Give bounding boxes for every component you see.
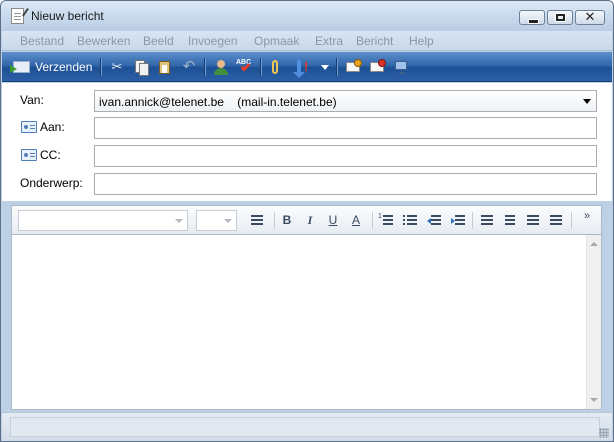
priority-button[interactable]: !: [293, 58, 312, 78]
status-bar: [2, 412, 612, 441]
to-label[interactable]: Aan:: [40, 120, 65, 134]
maximize-button[interactable]: [547, 10, 573, 25]
cc-input[interactable]: [95, 146, 596, 166]
to-input[interactable]: [95, 118, 596, 138]
attach-icon: [272, 60, 278, 74]
cc-label[interactable]: CC:: [40, 148, 61, 162]
check-names-icon: [217, 60, 225, 68]
scroll-down-icon[interactable]: [590, 398, 598, 402]
toolbar-separator: [336, 58, 337, 76]
message-body[interactable]: [11, 234, 602, 410]
menu-bar: Bestand Bewerken Beeld Invoegen Opmaak E…: [2, 31, 612, 51]
numbered-list-icon: [383, 215, 393, 226]
underline-button[interactable]: U: [324, 212, 342, 229]
undo-icon: ↶: [182, 58, 196, 75]
align-left-icon: [481, 215, 493, 226]
toolbar-overflow-button[interactable]: »: [578, 208, 596, 225]
from-account-select[interactable]: ivan.annick@telenet.be (mail-in.telenet.…: [94, 90, 597, 112]
sign-button[interactable]: [344, 58, 362, 76]
maximize-icon: [555, 13, 566, 22]
close-icon: ✕: [584, 9, 596, 24]
paste-button[interactable]: [156, 58, 174, 76]
check-names-button[interactable]: [212, 58, 230, 76]
toolbar-separator: [204, 58, 205, 76]
italic-button[interactable]: I: [301, 212, 319, 229]
new-message-icon: [11, 8, 24, 24]
subject-input[interactable]: [95, 174, 596, 194]
bulleted-list-button[interactable]: [401, 212, 419, 229]
decrease-indent-button[interactable]: [425, 212, 443, 229]
justify-button[interactable]: [547, 212, 565, 229]
title-bar[interactable]: Nieuw bericht ✕: [1, 1, 613, 31]
main-toolbar: Verzenden ↶ ABC !: [2, 52, 612, 82]
subject-label: Onderwerp:: [20, 176, 83, 190]
formatting-toolbar: B I U A 1 »: [11, 205, 602, 234]
justify-icon: [550, 215, 562, 226]
cut-button[interactable]: [108, 58, 126, 76]
send-label: Verzenden: [35, 60, 93, 74]
compose-window: Nieuw bericht ✕ Bestand Bewerken Beeld I…: [0, 0, 614, 442]
copy-button[interactable]: [132, 58, 150, 76]
menu-opmaak[interactable]: Opmaak: [254, 34, 299, 48]
align-right-icon: [527, 215, 539, 226]
decrease-indent-icon: [431, 215, 441, 226]
align-left-button[interactable]: [478, 212, 496, 229]
priority-dropdown-button[interactable]: [317, 58, 329, 76]
menu-bericht[interactable]: Bericht: [356, 34, 393, 48]
align-right-button[interactable]: [524, 212, 542, 229]
minimize-button[interactable]: [519, 10, 545, 25]
align-center-button[interactable]: [501, 212, 519, 229]
encrypt-button[interactable]: [368, 58, 386, 76]
address-book-icon[interactable]: [21, 149, 37, 161]
menu-bestand[interactable]: Bestand: [20, 34, 64, 48]
numbered-list-button[interactable]: 1: [377, 212, 395, 229]
chevron-down-icon: [583, 99, 591, 104]
status-pane: [10, 417, 600, 437]
message-header: Van: ivan.annick@telenet.be (mail-in.tel…: [2, 83, 612, 201]
increase-indent-icon: [455, 215, 465, 226]
chevron-down-icon: [321, 65, 329, 70]
menu-bewerken[interactable]: Bewerken: [77, 34, 130, 48]
paragraph-style-button[interactable]: [248, 212, 266, 229]
align-center-icon: [505, 215, 515, 226]
increase-indent-button[interactable]: [449, 212, 467, 229]
toolbar-separator: [100, 58, 101, 76]
toolbar-separator: [260, 58, 261, 76]
minimize-icon: [528, 19, 539, 24]
cut-icon: [108, 58, 126, 76]
resize-grip-icon[interactable]: [599, 428, 609, 438]
window-title: Nieuw bericht: [31, 9, 104, 23]
vertical-scrollbar[interactable]: [586, 235, 601, 409]
chevron-down-icon: [224, 219, 232, 223]
to-field[interactable]: [94, 117, 597, 139]
undo-button[interactable]: ↶: [180, 58, 198, 76]
subject-field[interactable]: [94, 173, 597, 195]
address-book-icon[interactable]: [21, 121, 37, 133]
priority-icon: [293, 60, 305, 78]
work-offline-button[interactable]: [392, 58, 410, 76]
menu-beeld[interactable]: Beeld: [143, 34, 174, 48]
bulleted-list-icon: [407, 215, 417, 226]
font-name-select[interactable]: [18, 210, 188, 231]
work-offline-icon: [395, 61, 407, 74]
send-button[interactable]: Verzenden: [8, 56, 96, 78]
bold-button[interactable]: B: [278, 212, 296, 229]
chevron-down-icon: [175, 219, 183, 223]
send-icon: [10, 61, 30, 73]
scroll-up-icon[interactable]: [590, 242, 598, 246]
font-size-select[interactable]: [196, 210, 237, 231]
from-account-value: ivan.annick@telenet.be (mail-in.telenet.…: [99, 95, 337, 109]
menu-extra[interactable]: Extra: [315, 34, 343, 48]
menu-invoegen[interactable]: Invoegen: [188, 34, 237, 48]
from-label: Van:: [20, 93, 44, 107]
cc-field[interactable]: [94, 145, 597, 167]
close-button[interactable]: ✕: [575, 9, 605, 25]
menu-help[interactable]: Help: [409, 34, 434, 48]
spelling-button[interactable]: ABC: [236, 58, 254, 76]
attach-button[interactable]: [266, 58, 284, 76]
font-color-button[interactable]: A: [347, 212, 365, 229]
paragraph-style-icon: [251, 215, 263, 226]
paste-icon: [159, 61, 170, 74]
